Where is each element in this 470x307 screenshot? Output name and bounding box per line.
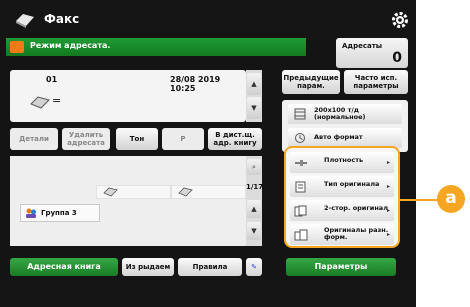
fax-address-icon [30,96,50,109]
list-row[interactable] [96,184,246,200]
mode-label: Режим адресата. [30,41,111,50]
callout-marker: a [437,185,465,213]
destinations-counter: Адресаты 0 [336,38,408,68]
duplex-icon [294,205,307,217]
address-scrollbar[interactable]: ▲ ▼ [246,70,262,122]
duplex-option[interactable]: 2-стор. оригинал ▸ [290,200,394,221]
density-option[interactable]: Плотность ▸ [290,152,394,173]
mixed-originals-icon [294,229,308,241]
destinations-count: 0 [392,50,402,66]
previous-settings-button[interactable]: Предыдущие парам. [282,70,340,94]
fax-address-icons [96,185,246,199]
chevron-right-icon: ▸ [386,159,390,166]
resolution-icon [294,108,306,120]
resolution-label: 200x100 т/д (нормальное) [314,106,366,121]
resolution-setting[interactable]: 200x100 т/д (нормальное) [288,104,402,124]
group-label: Группа 3 [41,209,77,217]
group-list-item[interactable]: Группа 3 [20,204,100,222]
duplex-label: 2-стор. оригинал [324,204,388,212]
list-scroll-down[interactable]: ▼ [247,222,261,240]
address-scroll-up[interactable]: ▲ [247,73,261,95]
list-scrollbar[interactable]: ⌕ ▲ ▼ [246,156,262,246]
search-icon[interactable]: ⌕ [247,159,261,175]
gear-icon[interactable] [390,10,410,30]
address-book-button[interactable]: Адресная книга [10,258,118,276]
pause-button[interactable]: Р [162,128,204,150]
transmit-rules-button[interactable]: Правила передачи [178,258,242,289]
density-label: Плотность [324,156,364,164]
edit-icon[interactable]: ✎ [246,258,262,276]
fax-icon [16,14,34,28]
format-icon [295,133,305,143]
title-bar: Факс [0,0,416,40]
fax-screen: Факс Режим адресата. Адресаты 0 01 28/08… [0,0,416,307]
density-icon [295,160,307,166]
destination-list: Группа 3 [10,156,246,246]
address-panel[interactable]: 01 28/08 2019 10:25 = [10,70,246,122]
details-button[interactable]: Детали [10,128,58,150]
options-button[interactable]: Параметры [286,258,396,276]
address-datetime: 28/08 2019 10:25 [170,75,221,93]
current-settings: 200x100 т/д (нормальное) Авто формат [282,100,408,152]
original-type-option[interactable]: Тип оригинала ▸ [290,176,394,197]
original-type-icon [295,181,306,193]
mixed-originals-label: Оригиналы разн. форм. [324,226,389,241]
delete-address-button[interactable]: Удалить адресата [62,128,110,150]
mixed-originals-option[interactable]: Оригиналы разн. форм. ▸ [290,224,394,245]
tone-button[interactable]: Тон [116,128,158,150]
format-setting[interactable]: Авто формат [288,128,402,148]
window-title: Факс [44,12,80,26]
chevron-right-icon: ▸ [386,231,390,238]
format-label: Авто формат [314,133,363,141]
frequent-settings-button[interactable]: Часто исп. параметры [344,70,408,94]
address-number: 01 [46,75,58,84]
mode-bar[interactable]: Режим адресата. [6,38,306,56]
address-scroll-down[interactable]: ▼ [247,97,261,119]
mode-icon [10,41,24,53]
group-icon [26,208,36,218]
register-address-book-button[interactable]: В дист.щ. адр. книгу [208,128,262,150]
destinations-label: Адресаты [342,42,383,50]
chevron-right-icon: ▸ [386,183,390,190]
options-panel: Плотность ▸ Тип оригинала ▸ 2-стор. ориг… [284,146,400,248]
address-value: = [52,94,62,107]
callout-line [398,199,438,201]
chevron-right-icon: ▸ [386,207,390,214]
page-indicator: 1/17 [246,183,264,191]
list-scroll-up[interactable]: ▲ [247,200,261,218]
original-type-label: Тип оригинала [324,180,380,188]
recall-button[interactable]: Из рыдаем [122,258,174,276]
bottom-strip [0,280,416,307]
